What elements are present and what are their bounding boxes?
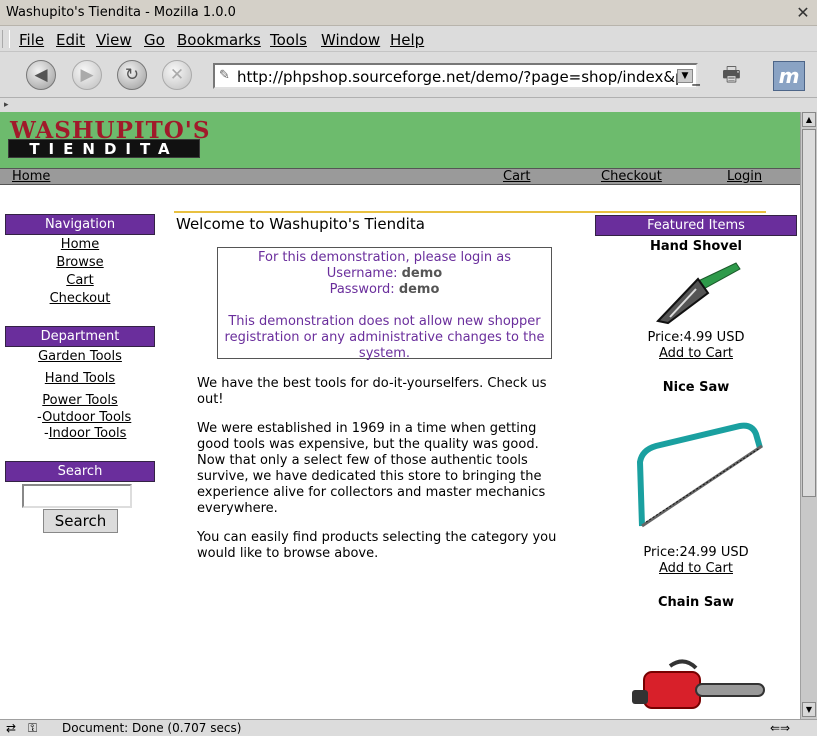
add-to-cart-link[interactable]: Add to Cart <box>595 346 797 361</box>
demo-restriction-note: This demonstration does not allow new sh… <box>224 314 545 361</box>
offline-status-icon[interactable]: ⇄ <box>6 721 16 735</box>
topnav-home-link[interactable]: Home <box>12 169 50 184</box>
intro-paragraph: We have the best tools for do-it-yoursel… <box>197 376 547 407</box>
site-banner: WASHUPITO'S TIENDITA <box>0 112 800 168</box>
menu-tools[interactable]: Tools <box>270 31 307 49</box>
featured-items-heading: Featured Items <box>595 215 797 236</box>
status-bar: ⇄ ⚿ Document: Done (0.707 secs) ⇐⇒ <box>0 719 817 736</box>
product-name: Hand Shovel <box>649 239 743 254</box>
browse-paragraph: You can easily find products selecting t… <box>197 530 557 561</box>
product-price: Price:24.99 USD <box>643 545 749 560</box>
sidebar-home-link[interactable]: Home <box>5 237 155 252</box>
dept-power-tools-link[interactable]: Power Tools <box>5 393 155 408</box>
url-dropdown-icon[interactable]: ▼ <box>677 69 693 83</box>
top-navigation: Home Cart Checkout Login <box>0 168 800 185</box>
scroll-down-icon[interactable]: ▼ <box>802 702 816 717</box>
product-name: Chain Saw <box>658 595 734 610</box>
demo-password-label: Password: <box>329 282 395 297</box>
menu-go[interactable]: Go <box>144 31 165 49</box>
menu-view[interactable]: View <box>96 31 132 49</box>
navigation-heading: Navigation <box>5 214 155 235</box>
window-title: Washupito's Tiendita - Mozilla 1.0.0 <box>6 5 236 20</box>
search-input[interactable] <box>22 484 132 508</box>
dept-indoor-tools-item[interactable]: -Indoor Tools <box>44 426 126 441</box>
sidebar-checkout-link[interactable]: Checkout <box>5 291 155 306</box>
page-content: WASHUPITO'S TIENDITA Home Cart Checkout … <box>0 112 800 719</box>
sidebar-cart-link[interactable]: Cart <box>5 273 155 288</box>
print-icon[interactable]: 🖶 <box>722 60 756 90</box>
topnav-checkout-link[interactable]: Checkout <box>601 169 662 184</box>
mozilla-throbber-icon[interactable]: m <box>773 61 805 91</box>
navigation-toolbar: ◀ ▶ ↻ ✕ ✎ http://phpshop.sourceforge.net… <box>0 52 817 98</box>
menu-window[interactable]: Window <box>321 31 380 49</box>
product-price: Price:4.99 USD <box>647 330 745 345</box>
demo-intro: For this demonstration, please login as <box>257 250 512 265</box>
dept-hand-tools-link[interactable]: Hand Tools <box>5 371 155 386</box>
menu-file[interactable]: File <box>19 31 44 49</box>
url-text[interactable]: http://phpshop.sourceforge.net/demo/?pag… <box>237 68 700 86</box>
menu-bar: File Edit View Go Bookmarks Tools Window… <box>0 26 817 52</box>
stop-icon[interactable]: ✕ <box>162 60 192 90</box>
window-close-icon[interactable]: ✕ <box>793 3 813 23</box>
menu-help[interactable]: Help <box>390 31 424 49</box>
search-heading: Search <box>5 461 155 482</box>
product-name: Nice Saw <box>662 380 730 395</box>
dept-indoor-tools-link[interactable]: Indoor Tools <box>49 426 127 441</box>
search-button[interactable]: Search <box>43 509 118 533</box>
demo-notice-box: For this demonstration, please login as … <box>217 247 552 361</box>
scroll-up-icon[interactable]: ▲ <box>802 112 816 127</box>
back-icon[interactable]: ◀ <box>26 60 56 90</box>
toolbar-collapse-grip[interactable]: ▸ <box>0 98 817 112</box>
dept-garden-tools-link[interactable]: Garden Tools <box>5 349 155 364</box>
dept-outdoor-tools-link[interactable]: Outdoor Tools <box>42 410 131 425</box>
status-grip-icon[interactable]: ⇐⇒ <box>770 721 790 735</box>
vertical-scrollbar[interactable]: ▲ ▼ <box>800 112 817 719</box>
demo-username-line: Username: demo <box>218 266 551 282</box>
add-to-cart-link[interactable]: Add to Cart <box>595 561 797 576</box>
url-bar[interactable]: ✎ http://phpshop.sourceforge.net/demo/?p… <box>213 63 700 89</box>
nice-saw-image[interactable] <box>636 422 766 528</box>
page-proxy-icon[interactable]: ✎ <box>219 68 230 83</box>
topnav-cart-link[interactable]: Cart <box>503 169 531 184</box>
demo-username-label: Username: <box>326 266 398 281</box>
history-paragraph: We were established in 1969 in a time wh… <box>197 421 546 516</box>
demo-password-line: Password: demo <box>218 282 551 298</box>
security-icon[interactable]: ⚿ <box>28 721 37 736</box>
status-text: Document: Done (0.707 secs) <box>62 721 242 735</box>
header-divider <box>174 211 766 213</box>
menubar-grip[interactable] <box>2 30 10 48</box>
sidebar-browse-link[interactable]: Browse <box>5 255 155 270</box>
menu-edit[interactable]: Edit <box>56 31 85 49</box>
dept-outdoor-tools-item[interactable]: -Outdoor Tools <box>37 410 131 425</box>
demo-password-value: demo <box>398 282 440 297</box>
forward-icon[interactable]: ▶ <box>72 60 102 90</box>
department-heading: Department <box>5 326 155 347</box>
chain-saw-image[interactable] <box>630 650 770 719</box>
window-titlebar: Washupito's Tiendita - Mozilla 1.0.0 ✕ <box>0 0 817 26</box>
reload-icon[interactable]: ↻ <box>117 60 147 90</box>
topnav-login-link[interactable]: Login <box>727 169 762 184</box>
page-title: Welcome to Washupito's Tiendita <box>176 215 425 233</box>
site-logo-bottom[interactable]: TIENDITA <box>8 139 200 158</box>
menu-bookmarks[interactable]: Bookmarks <box>177 31 261 49</box>
scroll-thumb[interactable] <box>802 129 816 497</box>
hand-shovel-image[interactable] <box>648 257 744 329</box>
demo-username-value: demo <box>401 266 443 281</box>
